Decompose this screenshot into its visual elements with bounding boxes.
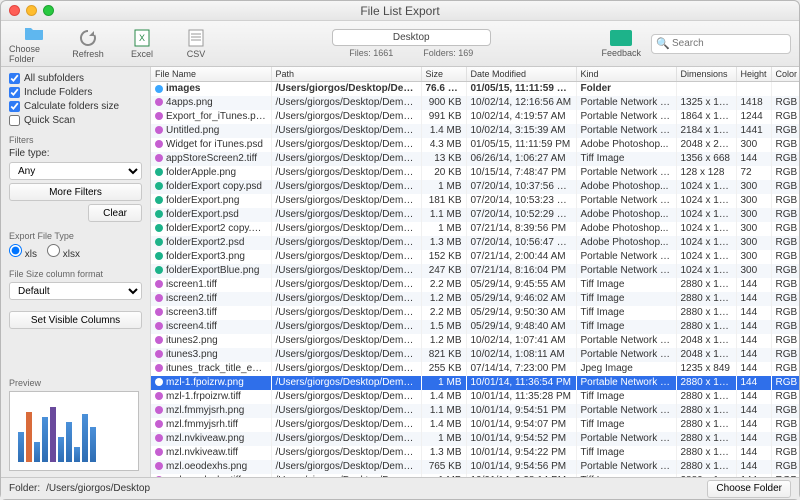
table-body: images/Users/giorgos/Desktop/DemoFolder/… — [151, 82, 799, 478]
folders-count: Folders: 169 — [423, 48, 473, 58]
xlsx-radio[interactable]: xlsx — [47, 244, 80, 260]
table-row[interactable]: iscreen3.tiff/Users/giorgos/Desktop/Demo… — [151, 306, 799, 320]
table-row[interactable]: Widget for iTunes.psd/Users/giorgos/Desk… — [151, 138, 799, 152]
search-icon: 🔍 — [656, 37, 670, 50]
size-col-select[interactable]: Default — [9, 282, 142, 300]
footer-path: /Users/giorgos/Desktop — [46, 483, 701, 494]
toolbar: Choose Folder Refresh X Excel CSV Deskto… — [1, 21, 799, 67]
table-row[interactable]: appStoreScreen2.tiff/Users/giorgos/Deskt… — [151, 152, 799, 166]
table-row[interactable]: folderExport2.psd/Users/giorgos/Desktop/… — [151, 236, 799, 250]
app-window: File List Export Choose Folder Refresh X… — [0, 0, 800, 500]
column-header[interactable]: Kind — [576, 67, 676, 82]
column-header[interactable]: Color Space — [771, 67, 799, 82]
table-row[interactable]: iscreen2.tiff/Users/giorgos/Desktop/Demo… — [151, 292, 799, 306]
path-segment[interactable]: Desktop — [332, 29, 491, 46]
table-row[interactable]: mzl-1.fpoizrw.png/Users/giorgos/Desktop/… — [151, 376, 799, 390]
column-header[interactable]: Date Modified — [466, 67, 576, 82]
csv-button[interactable]: CSV — [171, 24, 221, 64]
table-row[interactable]: folderExport2 copy.psd/Users/giorgos/Des… — [151, 222, 799, 236]
calc-sizes-checkbox[interactable]: Calculate folders size — [9, 101, 142, 112]
excel-button[interactable]: X Excel — [117, 24, 167, 64]
window-controls — [9, 5, 54, 16]
choose-folder-button[interactable]: Choose Folder — [9, 24, 59, 64]
table-row[interactable]: mzl.fmmyjsrh.tiff/Users/giorgos/Desktop/… — [151, 418, 799, 432]
footer-label: Folder: — [9, 483, 40, 494]
preview-section: Preview — [9, 372, 142, 471]
export-type-label: Export File Type — [9, 231, 142, 241]
table-row[interactable]: folderExportBlue.png/Users/giorgos/Deskt… — [151, 264, 799, 278]
minimize-icon[interactable] — [26, 5, 37, 16]
feedback-button[interactable]: Feedback — [601, 30, 641, 58]
table-row[interactable]: folderExport copy.psd/Users/giorgos/Desk… — [151, 180, 799, 194]
column-header[interactable]: Dimensions — [676, 67, 736, 82]
zoom-icon[interactable] — [43, 5, 54, 16]
export-type-radio: xls xlsx — [9, 244, 142, 260]
table-row[interactable]: itunes2.png/Users/giorgos/Desktop/DemoFo… — [151, 334, 799, 348]
search-field[interactable]: 🔍 — [651, 34, 791, 54]
table-row[interactable]: mzl-1.frpoizrw.tiff/Users/giorgos/Deskto… — [151, 390, 799, 404]
close-icon[interactable] — [9, 5, 20, 16]
counts: Files: 1661 Folders: 169 — [349, 48, 473, 58]
files-count: Files: 1661 — [349, 48, 393, 58]
table-row[interactable]: mzl.nvkiveaw.png/Users/giorgos/Desktop/D… — [151, 432, 799, 446]
refresh-button[interactable]: Refresh — [63, 24, 113, 64]
footer-choose-folder-button[interactable]: Choose Folder — [707, 480, 791, 498]
include-folders-checkbox[interactable]: Include Folders — [9, 87, 142, 98]
file-table[interactable]: File NamePathSizeDate ModifiedKindDimens… — [151, 67, 799, 477]
column-header[interactable]: File Name — [151, 67, 271, 82]
window-title: File List Export — [360, 4, 439, 18]
column-header[interactable]: Size — [421, 67, 466, 82]
clear-button[interactable]: Clear — [88, 204, 142, 222]
file-type-select[interactable]: Any — [9, 162, 142, 180]
search-input[interactable] — [651, 34, 791, 54]
csv-icon — [186, 29, 206, 47]
svg-text:X: X — [139, 33, 145, 43]
table-row[interactable]: mzl.fmmyjsrh.png/Users/giorgos/Desktop/D… — [151, 404, 799, 418]
sidebar: All subfolders Include Folders Calculate… — [1, 67, 151, 477]
excel-icon: X — [132, 29, 152, 47]
table-row[interactable]: iscreen4.tiff/Users/giorgos/Desktop/Demo… — [151, 320, 799, 334]
feedback-icon — [610, 30, 632, 46]
toolbar-center: Desktop Files: 1661 Folders: 169 — [225, 29, 597, 58]
table-row[interactable]: itunes3.png/Users/giorgos/Desktop/DemoFo… — [151, 348, 799, 362]
table-row[interactable]: folderExport.psd/Users/giorgos/Desktop/D… — [151, 208, 799, 222]
table-row[interactable]: Untitled.png/Users/giorgos/Desktop/DemoF… — [151, 124, 799, 138]
body: All subfolders Include Folders Calculate… — [1, 67, 799, 477]
table-row[interactable]: folderApple.png/Users/giorgos/Desktop/De… — [151, 166, 799, 180]
preview-thumbnail — [9, 391, 139, 471]
quick-scan-checkbox[interactable]: Quick Scan — [9, 115, 142, 126]
preview-label: Preview — [9, 378, 142, 388]
table-row[interactable]: mzl.nvkiveaw.tiff/Users/giorgos/Desktop/… — [151, 446, 799, 460]
file-type-label: File type: — [9, 148, 142, 159]
table-row[interactable]: itunes_track_title_export.jpg/Users/gior… — [151, 362, 799, 376]
column-header[interactable]: Path — [271, 67, 421, 82]
xls-radio[interactable]: xls — [9, 244, 37, 260]
size-col-label: File Size column format — [9, 269, 142, 279]
table-header[interactable]: File NamePathSizeDate ModifiedKindDimens… — [151, 67, 799, 82]
refresh-icon — [78, 29, 98, 47]
set-columns-button[interactable]: Set Visible Columns — [9, 311, 142, 329]
filters-label: Filters — [9, 135, 142, 145]
table-row[interactable]: Export_for_iTunes.png/Users/giorgos/Desk… — [151, 110, 799, 124]
column-header[interactable]: Height — [736, 67, 771, 82]
footer: Folder: /Users/giorgos/Desktop Choose Fo… — [1, 477, 799, 499]
more-filters-button[interactable]: More Filters — [9, 183, 142, 201]
folder-icon — [24, 24, 44, 42]
all-subfolders-checkbox[interactable]: All subfolders — [9, 73, 142, 84]
table-row[interactable]: 4apps.png/Users/giorgos/Desktop/DemoFold… — [151, 96, 799, 110]
table-row[interactable]: images/Users/giorgos/Desktop/DemoFolder/… — [151, 82, 799, 96]
table-row[interactable]: folderExport3.png/Users/giorgos/Desktop/… — [151, 250, 799, 264]
table-row[interactable]: folderExport.png/Users/giorgos/Desktop/D… — [151, 194, 799, 208]
titlebar: File List Export — [1, 1, 799, 21]
table-row[interactable]: mzl.oeodexhs.png/Users/giorgos/Desktop/D… — [151, 460, 799, 474]
table-row[interactable]: iscreen1.tiff/Users/giorgos/Desktop/Demo… — [151, 278, 799, 292]
